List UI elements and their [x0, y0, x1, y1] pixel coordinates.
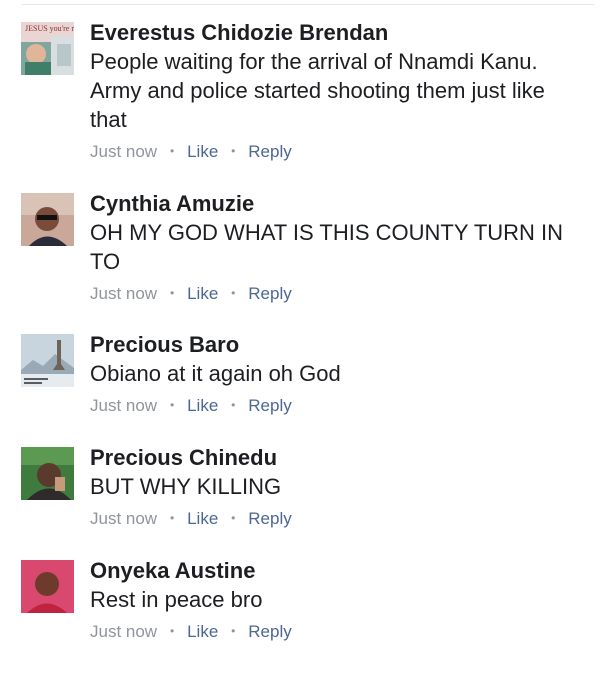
comment-text: BUT WHY KILLING [90, 474, 282, 499]
comment-timestamp[interactable]: Just now [90, 284, 157, 303]
comment-author[interactable]: Precious Baro [90, 331, 585, 359]
comment-list: JESUS you're my 1 Everestus Chidozie Bre… [0, 0, 600, 673]
like-button[interactable]: Like [187, 396, 218, 415]
reply-button[interactable]: Reply [248, 396, 291, 415]
comment-actions: Just now • Like • Reply [90, 394, 585, 417]
comment-actions: Just now • Like • Reply [90, 282, 585, 305]
separator-dot: • [231, 511, 236, 525]
separator-dot: • [169, 398, 175, 412]
avatar[interactable] [21, 334, 74, 387]
reply-button[interactable]: Reply [248, 622, 291, 641]
separator-dot: • [169, 624, 175, 638]
reply-button[interactable]: Reply [248, 142, 291, 161]
divider [22, 4, 594, 5]
avatar[interactable] [21, 560, 74, 613]
avatar[interactable] [21, 193, 74, 246]
comment-author[interactable]: Precious Chinedu [90, 444, 585, 472]
comment-timestamp[interactable]: Just now [90, 509, 157, 528]
avatar[interactable] [21, 447, 74, 500]
comment-actions: Just now • Like • Reply [90, 140, 585, 163]
like-button[interactable]: Like [187, 142, 218, 161]
comment-actions: Just now • Like • Reply [90, 507, 585, 530]
comment-timestamp[interactable]: Just now [90, 622, 157, 641]
comment-actions: Just now • Like • Reply [90, 620, 585, 643]
comment-author[interactable]: Onyeka Austine [90, 557, 585, 585]
like-button[interactable]: Like [187, 622, 218, 641]
separator-dot: • [169, 286, 175, 300]
avatar-caption: JESUS you're my 1 [25, 24, 74, 33]
comment-timestamp[interactable]: Just now [90, 396, 157, 415]
separator-dot: • [231, 624, 236, 638]
separator-dot: • [231, 286, 236, 300]
comment-timestamp[interactable]: Just now [90, 142, 157, 161]
comment-text: OH MY GOD WHAT IS THIS COUNTY TURN IN TO [90, 220, 564, 274]
comment-text: Rest in peace bro [90, 587, 263, 612]
separator-dot: • [169, 144, 175, 158]
like-button[interactable]: Like [187, 284, 218, 303]
reply-button[interactable]: Reply [248, 284, 291, 303]
reply-button[interactable]: Reply [248, 509, 291, 528]
separator-dot: • [231, 398, 236, 412]
comment-author[interactable]: Everestus Chidozie Brendan [90, 19, 585, 47]
comment-author[interactable]: Cynthia Amuzie [90, 190, 585, 218]
separator-dot: • [231, 144, 236, 158]
like-button[interactable]: Like [187, 509, 218, 528]
comment-text: People waiting for the arrival of Nnamdi… [90, 49, 545, 132]
separator-dot: • [169, 511, 175, 525]
comment-text: Obiano at it again oh God [90, 361, 341, 386]
avatar[interactable]: JESUS you're my 1 [21, 22, 74, 75]
